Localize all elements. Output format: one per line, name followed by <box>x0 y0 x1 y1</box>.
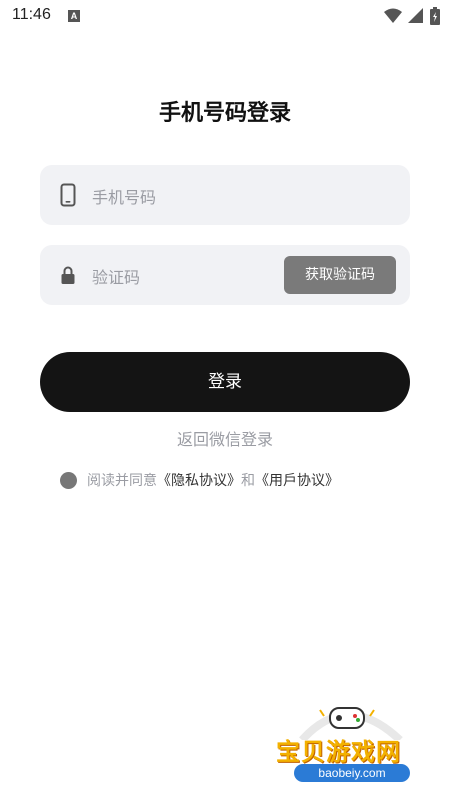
get-code-button[interactable]: 获取验证码 <box>284 256 396 294</box>
back-wechat-link[interactable]: 返回微信登录 <box>0 426 450 450</box>
status-bar: 11:46 A <box>0 0 450 32</box>
watermark-logo: 宝贝游戏网 baobeiy.com <box>272 700 422 796</box>
a-icon: A <box>68 10 80 22</box>
status-time: 11:46 <box>12 6 51 23</box>
user-agreement-link[interactable]: 《用戶协议》 <box>255 470 339 490</box>
phone-field[interactable]: 手机号码 <box>40 165 410 225</box>
signal-icon <box>408 8 423 23</box>
agreement-row: 阅读并同意 《隐私协议》 和 《用戶协议》 <box>60 470 339 490</box>
code-input[interactable]: 验证码 <box>92 264 140 288</box>
phone-icon <box>60 183 76 207</box>
watermark-text: 宝贝游戏网 <box>276 738 401 766</box>
lock-icon <box>61 266 75 284</box>
code-field[interactable]: 验证码 获取验证码 <box>40 245 410 305</box>
phone-input[interactable]: 手机号码 <box>92 184 156 208</box>
login-button[interactable]: 登录 <box>40 352 410 412</box>
watermark-domain: baobeiy.com <box>294 764 410 782</box>
agreement-prefix: 阅读并同意 <box>87 473 157 489</box>
page-title: 手机号码登录 <box>158 101 291 126</box>
system-icons <box>384 7 440 25</box>
battery-icon <box>430 7 440 25</box>
agreement-radio[interactable] <box>60 471 77 489</box>
agreement-and: 和 <box>241 473 255 489</box>
wifi-icon <box>384 8 402 23</box>
privacy-link[interactable]: 《隐私协议》 <box>157 470 241 490</box>
